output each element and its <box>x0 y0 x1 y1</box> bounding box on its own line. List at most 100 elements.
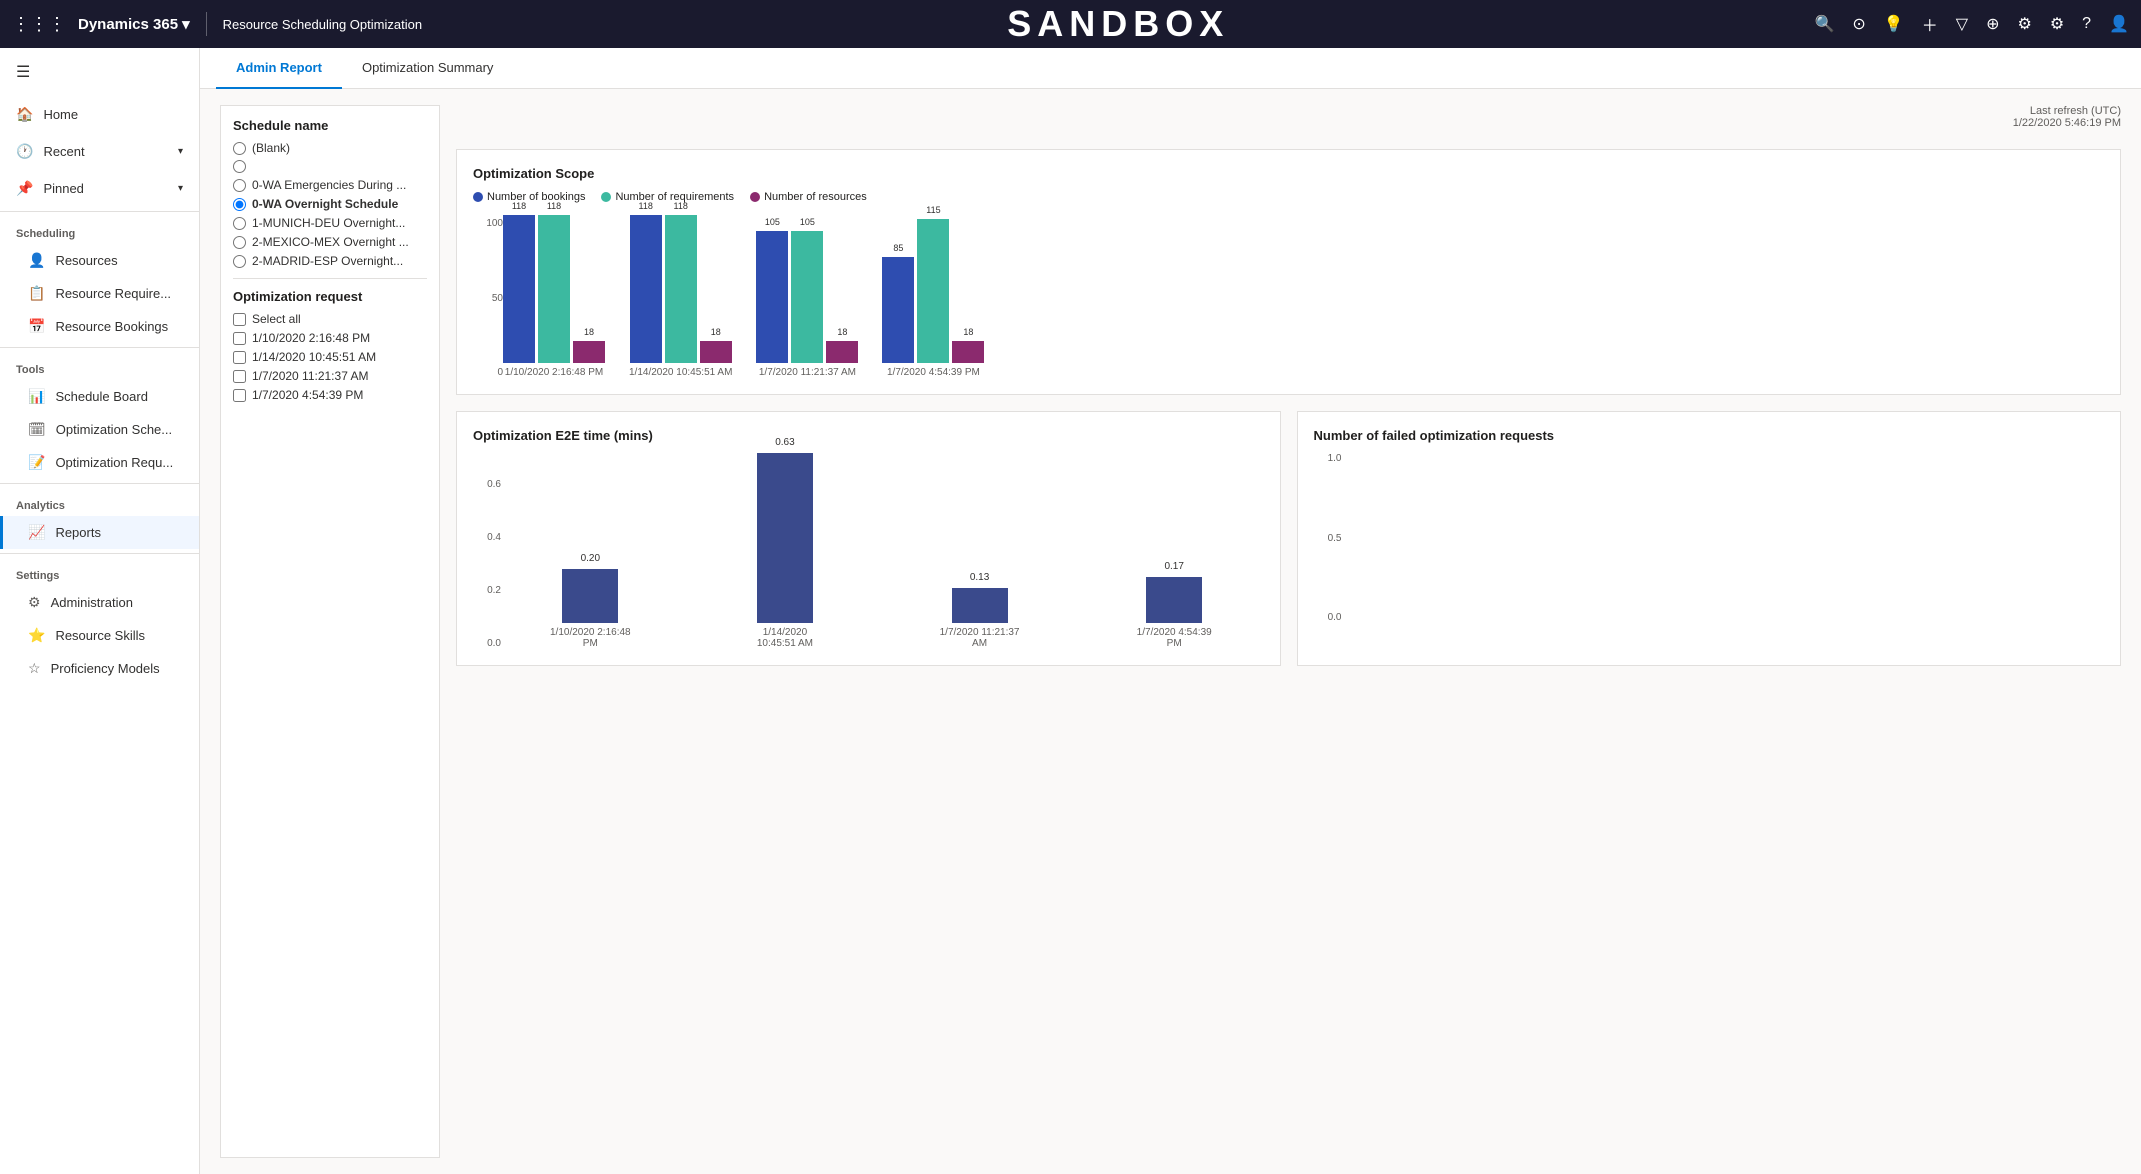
sidebar-item-reports[interactable]: 📈 Reports <box>0 516 199 549</box>
scope-group-3: 105 105 18 1/7/2020 11:21:37 AM <box>756 231 858 378</box>
filter-cb-opt1-label: 1/10/2020 2:16:48 PM <box>252 331 370 345</box>
check-icon[interactable]: ⊙ <box>1852 14 1865 34</box>
sidebar-item-resource-skills[interactable]: ⭐ Resource Skills <box>0 619 199 652</box>
scope-bar-req-2: 118 <box>665 215 697 363</box>
sidebar-item-pinned[interactable]: 📌 Pinned ▾ <box>0 170 199 207</box>
sidebar-item-schedule-board[interactable]: 📊 Schedule Board <box>0 380 199 413</box>
tab-optimization-summary[interactable]: Optimization Summary <box>342 48 513 89</box>
scope-bar-req-3: 105 <box>791 231 823 363</box>
brand-button[interactable]: Dynamics 365 ▾ <box>78 15 190 33</box>
sidebar-item-recent[interactable]: 🕐 Recent ▾ <box>0 133 199 170</box>
refresh-info: Last refresh (UTC) 1/22/2020 5:46:19 PM <box>456 105 2121 129</box>
e2e-bar-2: 0.63 <box>757 453 813 623</box>
home-icon: 🏠 <box>16 106 33 123</box>
scope-bar-bookings-3: 105 <box>756 231 788 363</box>
scope-bar-res-1: 18 <box>573 341 605 363</box>
legend-resources-dot <box>750 192 760 202</box>
zoom-icon[interactable]: ⊕ <box>1986 14 1999 34</box>
sidebar-item-optimization-schedule[interactable]: 🗓 Optimization Sche... <box>0 413 199 446</box>
app-title-label: Resource Scheduling Optimization <box>223 17 422 32</box>
e2e-label-1: 1/10/2020 2:16:48PM <box>550 627 631 649</box>
resource-req-icon: 📋 <box>28 285 45 302</box>
legend-bookings-dot <box>473 192 483 202</box>
nav-icons: 🔍 ⊙ 💡 ＋ ▽ ⊕ ⚙ ⚙ ? 👤 <box>1815 12 2130 36</box>
e2e-bar-3: 0.13 <box>952 588 1008 623</box>
e2e-group-1: 0.20 1/10/2020 2:16:48PM <box>501 453 680 649</box>
filter-cb-select-all[interactable]: Select all <box>233 312 427 326</box>
opt-req-title: Optimization request <box>233 289 427 304</box>
filter-cb-opt4[interactable]: 1/7/2020 4:54:39 PM <box>233 388 427 402</box>
filter-radio-empty[interactable] <box>233 160 427 173</box>
filter-radio-wa-overnight-input[interactable] <box>233 198 246 211</box>
sidebar-hamburger-button[interactable]: ☰ <box>0 48 199 96</box>
legend-requirements-dot <box>601 192 611 202</box>
filter-cb-opt1-input[interactable] <box>233 332 246 345</box>
filter-radio-wa-overnight[interactable]: 0-WA Overnight Schedule <box>233 197 427 211</box>
filter-radio-madrid[interactable]: 2-MADRID-ESP Overnight... <box>233 254 427 268</box>
scope-chart-legend: Number of bookings Number of requirement… <box>473 191 2104 203</box>
filter-radio-mexico[interactable]: 2-MEXICO-MEX Overnight ... <box>233 235 427 249</box>
filter-cb-select-all-input[interactable] <box>233 313 246 326</box>
filter-radio-munich[interactable]: 1-MUNICH-DEU Overnight... <box>233 216 427 230</box>
sidebar-item-resource-bookings[interactable]: 📅 Resource Bookings <box>0 310 199 343</box>
e2e-label-4: 1/7/2020 4:54:39PM <box>1137 627 1212 649</box>
sidebar-item-administration[interactable]: ⚙ Administration <box>0 586 199 619</box>
sidebar-item-opt-request-label: Optimization Requ... <box>55 455 173 470</box>
settings-icon[interactable]: ⚙ <box>2017 14 2031 34</box>
filter-radio-empty-input[interactable] <box>233 160 246 173</box>
gear-icon[interactable]: ⚙ <box>2050 14 2064 34</box>
filter-radio-blank-input[interactable] <box>233 142 246 155</box>
filter-radio-mexico-label: 2-MEXICO-MEX Overnight ... <box>252 235 409 249</box>
filter-radio-munich-input[interactable] <box>233 217 246 230</box>
sidebar-item-proficiency-label: Proficiency Models <box>51 661 160 676</box>
user-icon[interactable]: 👤 <box>2109 14 2129 34</box>
resources-icon: 👤 <box>28 252 45 269</box>
filter-radio-mexico-input[interactable] <box>233 236 246 249</box>
e2e-bar-container-3: 0.13 <box>952 453 1008 623</box>
filter-cb-opt2-input[interactable] <box>233 351 246 364</box>
legend-resources: Number of resources <box>750 191 867 203</box>
filter-cb-opt3[interactable]: 1/7/2020 11:21:37 AM <box>233 369 427 383</box>
sidebar-group-analytics: Analytics <box>0 488 199 516</box>
sidebar-item-optimization-request[interactable]: 📝 Optimization Requ... <box>0 446 199 479</box>
waffle-icon[interactable]: ⋮⋮⋮ <box>12 14 66 35</box>
search-icon[interactable]: 🔍 <box>1815 14 1835 34</box>
nav-divider <box>206 12 207 36</box>
sidebar-item-resources[interactable]: 👤 Resources <box>0 244 199 277</box>
recent-arrow-icon: ▾ <box>178 146 183 157</box>
sidebar-item-home[interactable]: 🏠 Home <box>0 96 199 133</box>
filter-icon[interactable]: ▽ <box>1956 14 1968 34</box>
filter-cb-opt4-input[interactable] <box>233 389 246 402</box>
legend-bookings-label: Number of bookings <box>487 191 585 203</box>
filter-radio-blank-label: (Blank) <box>252 141 290 155</box>
filter-radio-wa-emergencies-input[interactable] <box>233 179 246 192</box>
scope-bars-4: 85 115 18 <box>882 219 984 363</box>
sidebar-item-resources-label: Resources <box>55 253 117 268</box>
main-layout: ☰ 🏠 Home 🕐 Recent ▾ 📌 Pinned ▾ Schedulin… <box>0 48 2141 1174</box>
scope-bar-res-4: 18 <box>952 341 984 363</box>
schedule-board-icon: 📊 <box>28 388 45 405</box>
filter-radio-madrid-input[interactable] <box>233 255 246 268</box>
filter-radio-blank[interactable]: (Blank) <box>233 141 427 155</box>
scope-group-2: 118 118 18 1/14/2020 10:45:51 AM <box>629 215 732 378</box>
sidebar: ☰ 🏠 Home 🕐 Recent ▾ 📌 Pinned ▾ Schedulin… <box>0 48 200 1174</box>
e2e-bar-4: 0.17 <box>1146 577 1202 623</box>
add-icon[interactable]: ＋ <box>1922 12 1938 36</box>
filter-cb-opt3-input[interactable] <box>233 370 246 383</box>
failed-chart: Number of failed optimization requests 1… <box>1297 411 2122 666</box>
filter-cb-opt2[interactable]: 1/14/2020 10:45:51 AM <box>233 350 427 364</box>
sidebar-divider-3 <box>0 483 199 484</box>
sidebar-item-home-label: Home <box>43 107 78 122</box>
filter-cb-opt1[interactable]: 1/10/2020 2:16:48 PM <box>233 331 427 345</box>
e2e-group-2: 0.63 1/14/202010:45:51 AM <box>696 453 875 649</box>
lightbulb-icon[interactable]: 💡 <box>1884 14 1904 34</box>
sidebar-item-proficiency-models[interactable]: ☆ Proficiency Models <box>0 652 199 685</box>
tab-admin-report[interactable]: Admin Report <box>216 48 342 89</box>
sidebar-item-resource-requirements[interactable]: 📋 Resource Require... <box>0 277 199 310</box>
schedule-name-title: Schedule name <box>233 118 427 133</box>
e2e-y-axis: 0.6 0.4 0.2 0.0 <box>473 479 501 649</box>
filter-radio-wa-emergencies[interactable]: 0-WA Emergencies During ... <box>233 178 427 192</box>
failed-chart-body: 1.0 0.5 0.0 <box>1314 453 2105 623</box>
sidebar-divider-2 <box>0 347 199 348</box>
help-icon[interactable]: ? <box>2082 15 2091 33</box>
